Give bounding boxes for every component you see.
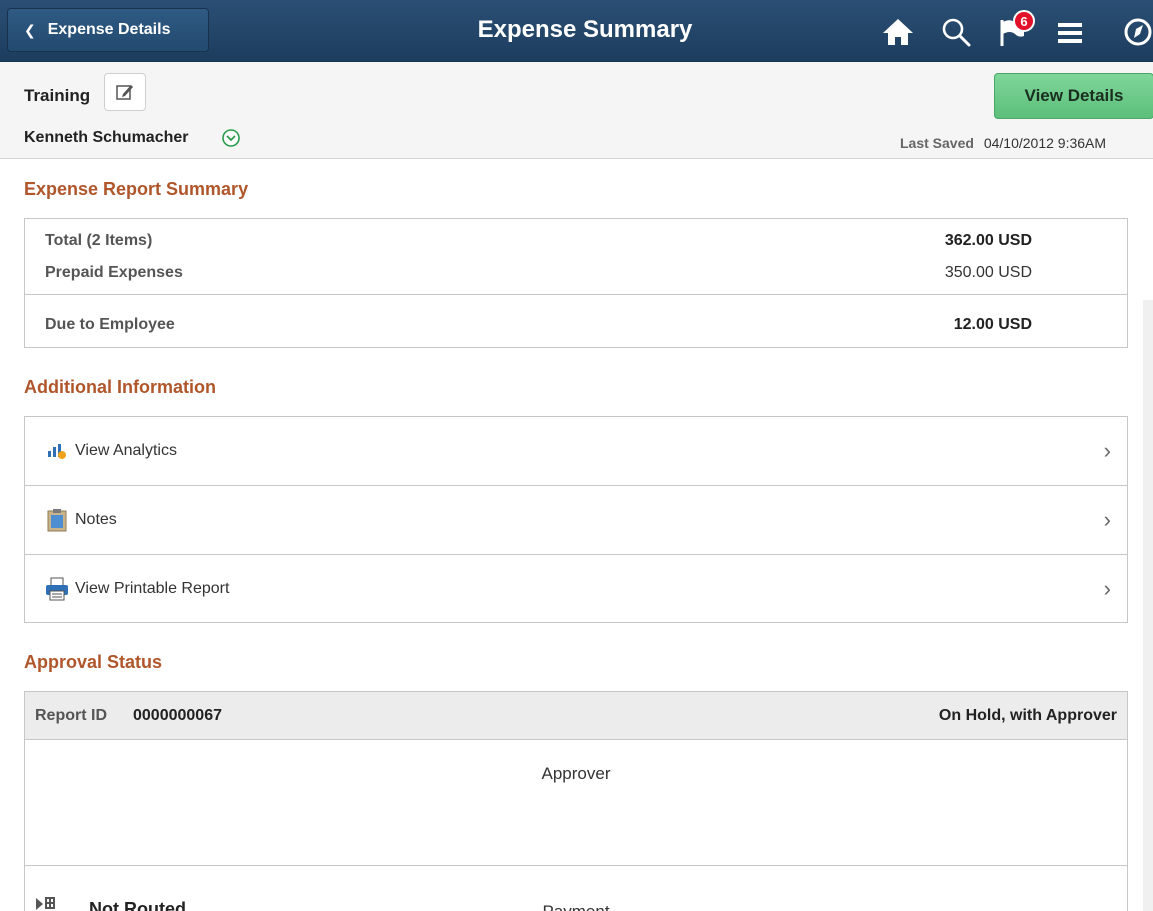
summary-section-title: Expense Report Summary bbox=[24, 179, 249, 199]
summary-panel: Total (2 Items) 362.00 USD Prepaid Expen… bbox=[24, 218, 1128, 348]
view-printable-report-label: View Printable Report bbox=[75, 580, 230, 597]
summary-label-total: Total (2 Items) bbox=[45, 232, 153, 249]
summary-value-total: 362.00 USD bbox=[944, 232, 1032, 249]
analytics-icon bbox=[45, 439, 69, 463]
last-saved-label: Last Saved bbox=[900, 135, 974, 151]
notes-icon bbox=[45, 508, 69, 532]
menu-icon[interactable] bbox=[1052, 14, 1088, 50]
notes-row[interactable]: Notes › bbox=[25, 486, 1127, 554]
report-name: Training bbox=[24, 86, 91, 105]
approval-header: Report ID 0000000067 On Hold, with Appro… bbox=[25, 692, 1127, 740]
notification-count-badge: 6 bbox=[1013, 10, 1035, 32]
summary-label-due: Due to Employee bbox=[45, 316, 175, 333]
search-icon[interactable] bbox=[938, 14, 974, 50]
view-analytics-label: View Analytics bbox=[75, 442, 177, 459]
approval-status: On Hold, with Approver bbox=[938, 707, 1117, 724]
printer-icon bbox=[45, 577, 69, 601]
notes-label: Notes bbox=[75, 511, 117, 528]
home-icon[interactable] bbox=[880, 14, 916, 50]
approval-section-title: Approval Status bbox=[24, 652, 163, 672]
back-button[interactable]: ❮ Expense Details bbox=[7, 8, 209, 52]
chevron-right-icon: › bbox=[1103, 507, 1111, 532]
last-saved: Last Saved 04/10/2012 9:36AM bbox=[900, 135, 1106, 151]
chevron-right-icon: › bbox=[1103, 576, 1111, 601]
additional-section-title: Additional Information bbox=[24, 377, 216, 397]
summary-value-due: 12.00 USD bbox=[953, 316, 1032, 333]
view-details-button[interactable]: View Details bbox=[994, 73, 1153, 119]
chevron-left-icon: ❮ bbox=[24, 21, 36, 38]
summary-divider bbox=[25, 294, 1127, 295]
top-banner: ❮ Expense Details Expense Summary 6 bbox=[0, 0, 1153, 62]
page-title: Expense Summary bbox=[477, 16, 693, 43]
report-header: Training Kenneth Schumacher View Details… bbox=[0, 62, 1153, 159]
summary-value-prepaid: 350.00 USD bbox=[944, 264, 1032, 281]
approver-label: Approver bbox=[541, 764, 611, 783]
report-id-label: Report ID bbox=[35, 707, 107, 724]
view-analytics-row[interactable]: View Analytics › bbox=[25, 417, 1127, 485]
report-id-value: 0000000067 bbox=[133, 707, 222, 724]
approval-panel: Report ID 0000000067 On Hold, with Appro… bbox=[24, 691, 1128, 911]
employee-dropdown-icon[interactable] bbox=[221, 128, 241, 153]
edit-report-button[interactable] bbox=[104, 73, 146, 111]
view-printable-report-row[interactable]: View Printable Report › bbox=[25, 555, 1127, 623]
employee-name: Kenneth Schumacher bbox=[24, 129, 189, 146]
additional-panel: View Analytics › Notes › View Printable … bbox=[24, 416, 1128, 623]
summary-label-prepaid: Prepaid Expenses bbox=[45, 264, 183, 281]
navbar-compass-icon[interactable] bbox=[1120, 14, 1153, 50]
back-button-label: Expense Details bbox=[47, 21, 171, 38]
edit-icon bbox=[116, 85, 133, 100]
approval-divider bbox=[25, 865, 1127, 866]
payment-label: Payment bbox=[25, 902, 1127, 911]
scrollbar[interactable] bbox=[1143, 300, 1153, 911]
chevron-right-icon: › bbox=[1103, 438, 1111, 463]
last-saved-value: 04/10/2012 9:36AM bbox=[983, 135, 1107, 151]
notification-flag-icon[interactable]: 6 bbox=[994, 10, 1035, 50]
